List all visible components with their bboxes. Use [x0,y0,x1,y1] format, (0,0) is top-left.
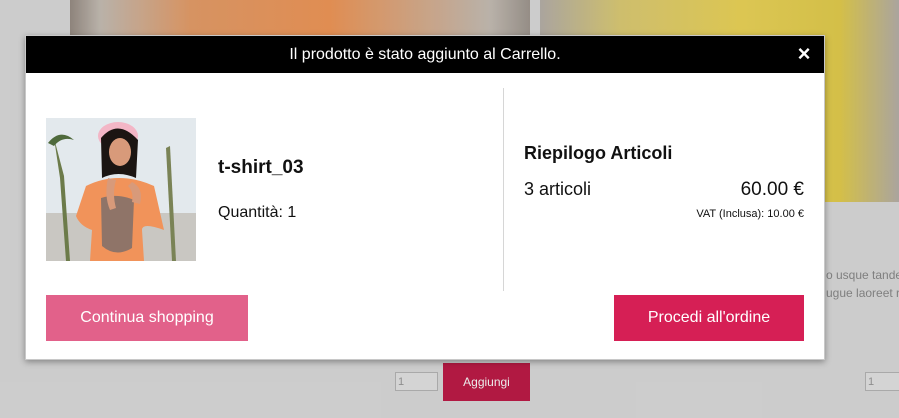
summary-total: 60.00 € [740,179,804,200]
cart-added-modal: Il prodotto è stato aggiunto al Carrello… [25,35,825,360]
summary-item-count: 3 articoli [524,179,592,199]
product-quantity: Quantità: 1 [218,204,297,221]
summary-vat: VAT (Inclusa): 10.00 € [696,208,804,220]
modal-header: Il prodotto è stato aggiunto al Carrello… [26,36,824,73]
close-icon[interactable]: × [794,43,814,65]
summary-title: Riepilogo Articoli [524,143,673,163]
product-photo-illustration [46,118,196,261]
checkout-button[interactable]: Procedi all'ordine [614,295,804,341]
product-name: t-shirt_03 [218,157,304,178]
product-image [46,118,196,261]
continue-shopping-button[interactable]: Continua shopping [46,295,248,341]
modal-divider [503,88,504,291]
modal-header-text: Il prodotto è stato aggiunto al Carrello… [289,45,561,63]
